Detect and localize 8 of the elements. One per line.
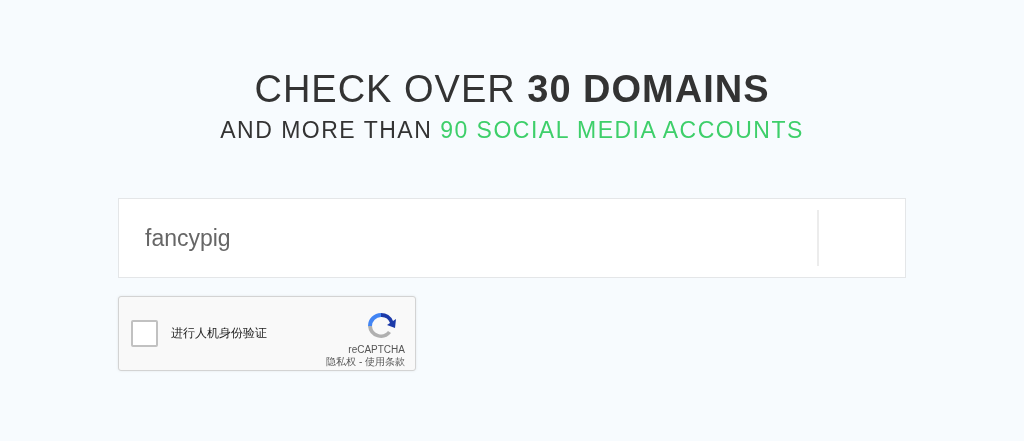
search-bar[interactable]: fancypig xyxy=(118,198,906,278)
recaptcha-brand: reCAPTCHA xyxy=(348,344,405,355)
subheadline: AND MORE THAN 90 SOCIAL MEDIA ACCOUNTS xyxy=(220,117,804,144)
search-field[interactable]: fancypig xyxy=(143,223,817,253)
captcha-terms-link[interactable]: 隐私权 - 使用条款 xyxy=(326,355,405,369)
headline: CHECK OVER 30 DOMAINS xyxy=(254,68,770,111)
captcha-checkbox[interactable] xyxy=(131,320,158,347)
captcha-label: 进行人机身份验证 xyxy=(171,325,268,342)
